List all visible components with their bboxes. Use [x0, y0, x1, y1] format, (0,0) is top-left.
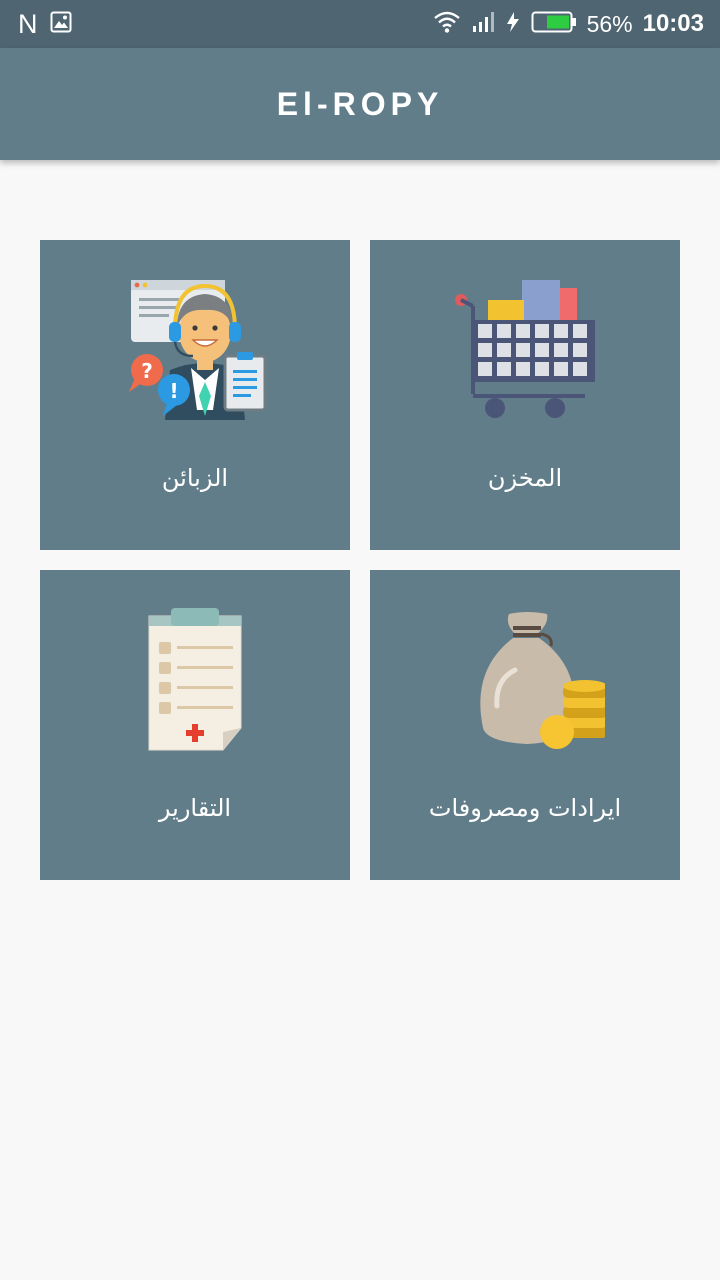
- clipboard-report-icon: [40, 600, 350, 760]
- status-bar: N 56% 10:03: [0, 0, 720, 48]
- tile-reports[interactable]: التقارير: [40, 570, 350, 880]
- image-notification-icon: [50, 11, 72, 37]
- tile-customers[interactable]: ? ! الزبائن: [40, 240, 350, 550]
- clock: 10:03: [642, 10, 704, 37]
- charging-icon: [505, 11, 521, 37]
- battery-icon: [531, 10, 577, 38]
- money-bag-coins-icon: [370, 600, 680, 760]
- battery-percent: 56%: [586, 11, 633, 37]
- tile-label: المخزن: [487, 464, 563, 492]
- svg-text:!: !: [169, 379, 178, 403]
- shopping-cart-icon: [370, 270, 680, 430]
- app-title: El-ROPY: [276, 86, 444, 122]
- tile-label: التقارير: [158, 794, 232, 822]
- signal-icon: [471, 11, 495, 37]
- tile-warehouse[interactable]: المخزن: [370, 240, 680, 550]
- tile-income-expenses[interactable]: ايرادات ومصروفات: [370, 570, 680, 880]
- svg-text:?: ?: [141, 359, 153, 383]
- tile-label: ايرادات ومصروفات: [428, 794, 622, 822]
- n-notification-icon: N: [18, 9, 38, 39]
- tile-label: الزبائن: [161, 464, 229, 492]
- customer-support-icon: ? !: [40, 270, 350, 430]
- wifi-icon: [433, 10, 461, 38]
- app-bar: El-ROPY: [0, 48, 720, 160]
